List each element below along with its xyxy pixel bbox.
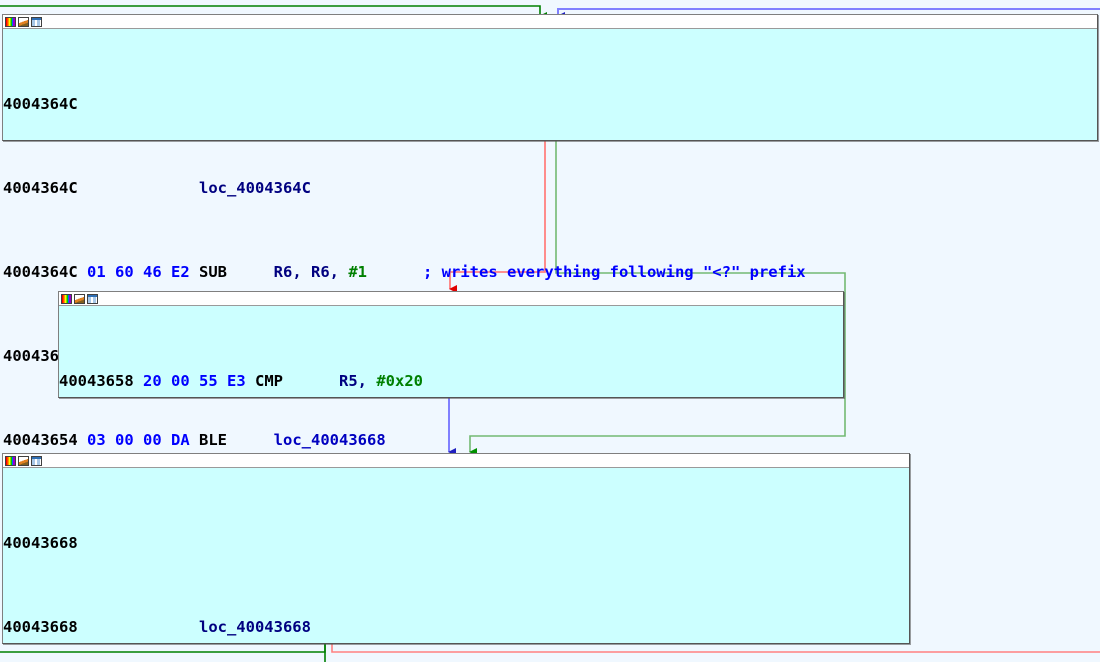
palette-icon[interactable] [5, 455, 16, 466]
line-address: 4004364C [3, 263, 78, 281]
basic-block-4004364C[interactable]: 4004364C 4004364C loc_4004364C 4004364C … [2, 14, 1098, 449]
block-label[interactable]: loc_40043668 [199, 618, 311, 636]
picture-icon[interactable] [18, 16, 29, 27]
line-address: 4004364C [3, 95, 78, 113]
disasm-line[interactable]: 4004364C 01 60 46 E2 SUB R6, R6, #1 ; wr… [3, 262, 1097, 283]
line-operands[interactable]: R5, #0x20 [339, 372, 423, 390]
grid-icon[interactable] [31, 16, 42, 27]
grid-icon[interactable] [87, 293, 98, 304]
sp [134, 372, 143, 390]
line-comment[interactable]: ; writes everything following "<?" prefi… [423, 263, 806, 281]
palette-icon[interactable] [61, 293, 72, 304]
basic-block-40043658[interactable]: 40043658 20 00 55 E3 CMP R5, #0x20 40043… [58, 291, 844, 642]
block-titlebar[interactable] [3, 15, 1097, 29]
block-titlebar[interactable] [3, 454, 909, 468]
picture-icon[interactable] [74, 293, 85, 304]
palette-icon[interactable] [5, 16, 16, 27]
picture-icon[interactable] [18, 455, 29, 466]
sp [367, 263, 423, 281]
line-operands[interactable]: R6, R6, #1 [274, 263, 367, 281]
sp [190, 263, 199, 281]
sp [78, 263, 87, 281]
block-body: 40043668 40043668 loc_40043668 40043668 … [3, 468, 909, 662]
block-titlebar[interactable] [59, 292, 843, 306]
line-address: 40043668 [3, 618, 78, 636]
disasm-line[interactable]: 4004364C loc_4004364C [3, 178, 1097, 199]
sp [283, 372, 339, 390]
block-label[interactable]: loc_4004364C [199, 179, 311, 197]
line-address: 40043658 [59, 372, 134, 390]
sp [227, 263, 274, 281]
line-mnemonic[interactable]: SUB [199, 263, 227, 281]
disasm-line[interactable]: 4004364C [3, 94, 1097, 115]
sp [246, 372, 255, 390]
line-address: 4004364C [3, 179, 78, 197]
basic-block-40043668[interactable]: 40043668 40043668 loc_40043668 40043668 … [2, 453, 910, 644]
line-address: 40043668 [3, 534, 78, 552]
operand-immediate: #0x20 [376, 372, 423, 390]
disasm-line[interactable]: 40043668 [3, 533, 909, 554]
line-mnemonic[interactable]: CMP [255, 372, 283, 390]
disasm-line[interactable]: 40043668 loc_40043668 [3, 617, 909, 638]
line-bytes: 01 60 46 E2 [87, 263, 190, 281]
disasm-line[interactable]: 40043658 20 00 55 E3 CMP R5, #0x20 [59, 371, 843, 392]
operand-immediate: #1 [348, 263, 367, 281]
pad [78, 618, 199, 636]
grid-icon[interactable] [31, 455, 42, 466]
pad [78, 179, 199, 197]
ida-graph-canvas[interactable]: 4004364C 4004364C loc_4004364C 4004364C … [0, 0, 1100, 662]
line-bytes: 20 00 55 E3 [143, 372, 246, 390]
